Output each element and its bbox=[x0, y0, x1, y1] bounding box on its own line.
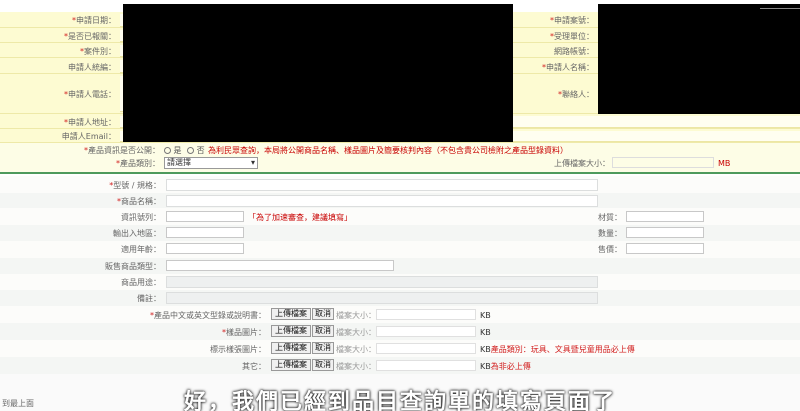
upload-size-label: 上傳檔案大小： bbox=[554, 159, 610, 168]
material-input[interactable] bbox=[626, 211, 704, 222]
upload-sample-button[interactable]: 上傳檔案 bbox=[271, 325, 311, 337]
price-label: 售價： bbox=[598, 245, 622, 254]
upload-catalog-button[interactable]: 上傳檔案 bbox=[271, 308, 311, 320]
cancel-other-button[interactable]: 取消 bbox=[312, 359, 334, 371]
video-subtitle: 好，我們已經到品目查詢單的填寫頁面了 bbox=[183, 390, 616, 411]
usage-label: 商品用途： bbox=[121, 278, 161, 287]
upload-sample-size-label: 檔案大小： bbox=[336, 328, 376, 337]
quantity-label: 數量： bbox=[598, 229, 622, 238]
upload-other-button[interactable]: 上傳檔案 bbox=[271, 359, 311, 371]
name-label: *商品名稱： bbox=[117, 197, 161, 206]
radio-no-label: 否 bbox=[196, 146, 205, 155]
applicant-email-label: 申請人Email： bbox=[61, 132, 116, 141]
upload-size-field[interactable] bbox=[612, 157, 714, 168]
price-input[interactable] bbox=[626, 243, 704, 254]
remark-label: 備註： bbox=[137, 294, 161, 303]
origin-label: 輸出入地區： bbox=[113, 229, 161, 238]
upload-other-label: 其它： bbox=[242, 362, 266, 371]
sales-type-label: 販售商品類型： bbox=[105, 262, 161, 271]
radio-yes-label: 是 bbox=[173, 146, 182, 155]
cancel-label-sample-button[interactable]: 取消 bbox=[312, 342, 334, 354]
category-select[interactable]: 請選擇 ▾ bbox=[164, 157, 258, 169]
public-question-label: *產品資訊是否公開： bbox=[84, 146, 160, 155]
upload-catalog-unit: KB bbox=[480, 311, 491, 320]
upload-catalog-label: *產品中文或英文型錄或說明書： bbox=[150, 311, 266, 320]
upload-catalog-size bbox=[376, 309, 476, 320]
info-no-input[interactable] bbox=[166, 211, 244, 222]
category-selected: 請選擇 bbox=[167, 158, 191, 167]
declared-label: *是否已報關： bbox=[64, 32, 116, 41]
redacted-left-block bbox=[123, 4, 513, 142]
cancel-catalog-button[interactable]: 取消 bbox=[312, 308, 334, 320]
age-label: 適用年齡： bbox=[121, 245, 161, 254]
upload-label-sample-size-label: 檔案大小： bbox=[336, 345, 376, 354]
top-right-line bbox=[760, 8, 800, 9]
upload-label-sample-label: 標示樣張圖片： bbox=[210, 345, 266, 354]
applicant-address-label: *申請人地址： bbox=[64, 118, 116, 127]
upload-label-sample-size bbox=[376, 343, 476, 354]
sales-type-input[interactable] bbox=[166, 260, 394, 271]
cancel-sample-button[interactable]: 取消 bbox=[312, 325, 334, 337]
info-no-label: 資訊號列： bbox=[121, 213, 161, 222]
upload-catalog-size-label: 檔案大小： bbox=[336, 311, 376, 320]
upload-sample-unit: KB bbox=[480, 328, 491, 337]
upload-label-sample-unit-note: KB產品類別：玩具、文具暨兒童用品必上傳 bbox=[480, 345, 635, 354]
name-input[interactable] bbox=[166, 195, 598, 207]
upload-other-size-label: 檔案大小： bbox=[336, 362, 376, 371]
public-radio-group: 是 否 bbox=[164, 145, 205, 156]
material-label: 材質： bbox=[598, 213, 622, 222]
usage-input[interactable] bbox=[166, 276, 598, 288]
public-note: 為利民眾查詢，本局將公開商品名稱、樣品圖片及簡要核判內容（不包含貴公司檢附之產品… bbox=[208, 146, 568, 155]
model-input[interactable] bbox=[166, 179, 598, 191]
radio-no[interactable] bbox=[187, 147, 195, 154]
upload-sample-label: *樣品圖片： bbox=[222, 328, 266, 337]
section-divider bbox=[0, 172, 800, 174]
origin-input[interactable] bbox=[166, 227, 244, 238]
upload-other-size bbox=[376, 360, 476, 371]
chevron-down-icon: ▾ bbox=[250, 158, 255, 167]
upload-sample-size bbox=[376, 326, 476, 337]
model-label: *型號 / 規格： bbox=[109, 181, 161, 190]
upload-size-unit: MB bbox=[718, 159, 731, 168]
radio-yes[interactable] bbox=[164, 147, 171, 154]
info-no-hint: 「為了加速審查，建議填寫」 bbox=[248, 213, 352, 222]
quantity-input[interactable] bbox=[626, 227, 704, 238]
apply-date-label: *申請日期： bbox=[72, 16, 116, 25]
category-label: *產品類別： bbox=[116, 159, 160, 168]
upload-other-unit-note: KB為非必上傳 bbox=[480, 362, 531, 371]
redacted-right-block bbox=[598, 4, 800, 114]
remark-input[interactable] bbox=[166, 292, 598, 304]
applicant-id-label: 申請人統編： bbox=[68, 63, 116, 72]
case-type-label: *案件別： bbox=[80, 47, 116, 56]
age-input[interactable] bbox=[166, 243, 244, 254]
upload-label-sample-button[interactable]: 上傳檔案 bbox=[271, 342, 311, 354]
applicant-phone-label: *申請人電話： bbox=[64, 90, 116, 99]
